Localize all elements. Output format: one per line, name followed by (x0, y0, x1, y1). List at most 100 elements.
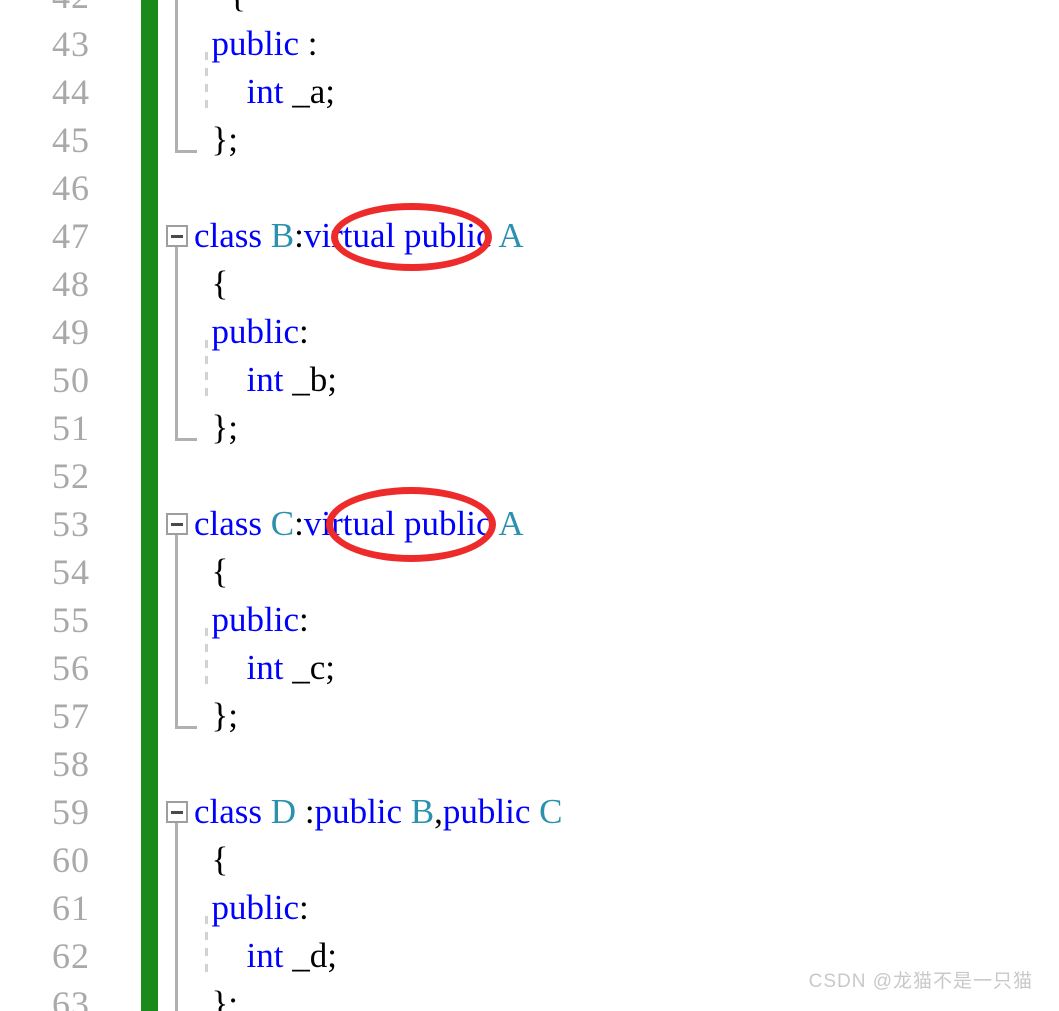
code-line[interactable]: class C:virtual public A (194, 500, 524, 548)
code-line[interactable]: class D :public B,public C (194, 788, 563, 836)
code-token-pun (194, 552, 212, 591)
code-token-pun (194, 312, 212, 351)
outline-guide-class-b (175, 236, 178, 438)
line-number: 48 (52, 264, 90, 304)
outline-guide-class-c (175, 524, 178, 726)
line-number: 49 (52, 312, 90, 352)
change-indicator-bar (141, 0, 158, 1011)
code-token-type: C (270, 504, 295, 543)
code-token-pun (194, 984, 212, 1011)
code-token-type: B (410, 792, 435, 831)
line-number: 58 (52, 744, 90, 784)
code-token-pun: : (296, 792, 315, 831)
line-number: 59 (52, 792, 90, 832)
line-number: 60 (52, 840, 90, 880)
code-token-kw: int (246, 648, 284, 687)
code-token-kw: virtual (303, 504, 396, 543)
code-token-pun: : (298, 24, 318, 63)
code-token-pun: : (294, 504, 304, 543)
code-line[interactable]: public: (194, 884, 309, 932)
code-token-pun (262, 792, 271, 831)
code-token-pun: }; (211, 120, 239, 159)
code-token-pun (194, 696, 212, 735)
code-line[interactable]: public: (194, 596, 309, 644)
code-token-pun (194, 936, 247, 975)
code-line[interactable]: public : (194, 20, 318, 68)
code-line[interactable]: }; (194, 980, 239, 1011)
code-token-pun (194, 360, 247, 399)
code-token-pun: }; (211, 984, 239, 1011)
code-token-type: A (498, 216, 524, 255)
code-line[interactable]: }; (194, 404, 239, 452)
code-token-pun: : (298, 312, 309, 351)
code-line[interactable]: public: (194, 308, 309, 356)
line-number: 57 (52, 696, 90, 736)
line-number: 56 (52, 648, 90, 688)
code-token-pun (194, 24, 212, 63)
code-token-kw: public (211, 600, 299, 639)
code-token-type: C (539, 792, 563, 831)
code-token-kw: virtual (303, 216, 396, 255)
code-token-pun (402, 792, 411, 831)
code-token-pun (194, 120, 212, 159)
line-number: 46 (52, 168, 90, 208)
code-line[interactable]: int _a; (194, 68, 335, 116)
outline-guide-class-d (175, 812, 178, 1011)
code-token-pun (530, 792, 539, 831)
line-number: 51 (52, 408, 90, 448)
code-token-pun (395, 504, 404, 543)
line-number: 43 (52, 24, 90, 64)
code-token-pun (194, 840, 212, 879)
code-line[interactable]: int _d; (194, 932, 337, 980)
code-line[interactable]: int _c; (194, 644, 335, 692)
code-line[interactable]: { (194, 548, 229, 596)
csdn-watermark: CSDN @龙猫不是一只猫 (808, 971, 1033, 992)
code-token-kw: public (442, 792, 531, 831)
code-token-pun (194, 264, 212, 303)
code-token-kw: public (211, 312, 299, 351)
line-number: 42 (0, 0, 90, 20)
code-token-pun: { (229, 0, 246, 15)
fold-collapse-icon[interactable] (166, 801, 188, 823)
code-token-pun: : (298, 888, 309, 927)
code-line[interactable]: { (194, 260, 229, 308)
code-line[interactable]: }; (194, 116, 239, 164)
code-token-kw: int (246, 360, 284, 399)
code-token-pun (395, 216, 404, 255)
code-line[interactable]: int _b; (194, 356, 337, 404)
code-token-pun (194, 888, 212, 927)
code-token-pun: { (211, 552, 229, 591)
code-token-kw: class (194, 216, 263, 255)
code-token-kw: public (404, 216, 492, 255)
code-token-pun: }; (211, 696, 239, 735)
code-line[interactable]: }; (194, 692, 239, 740)
code-token-pun (194, 408, 212, 447)
line-number: 63 (52, 984, 90, 1011)
code-token-pun: _d; (283, 936, 337, 975)
code-token-pun: , (434, 792, 443, 831)
code-token-kw: class (194, 504, 263, 543)
fold-collapse-icon[interactable] (166, 513, 188, 535)
code-token-type: B (270, 216, 295, 255)
code-token-pun (262, 216, 271, 255)
code-token-kw: public (211, 24, 299, 63)
code-token-kw: int (246, 936, 284, 975)
code-token-pun (194, 72, 247, 111)
code-token-pun: { (211, 840, 229, 879)
code-token-kw: public (314, 792, 403, 831)
code-token-pun: { (211, 264, 229, 303)
code-token-pun: : (294, 216, 304, 255)
fold-collapse-icon[interactable] (166, 225, 188, 247)
code-token-pun: _a; (283, 72, 335, 111)
code-token-pun (194, 600, 212, 639)
code-line[interactable]: class B:virtual public A (194, 212, 524, 260)
code-token-pun (194, 0, 229, 15)
code-token-type: D (270, 792, 297, 831)
line-number: 54 (52, 552, 90, 592)
code-token-kw: public (404, 504, 492, 543)
code-surface[interactable]: { public : int _a; };class B:virtual pub… (158, 0, 1059, 1011)
code-token-pun: }; (211, 408, 239, 447)
outline-guide-class-a (175, 0, 178, 150)
code-line[interactable]: { (194, 836, 229, 884)
code-line[interactable]: { (194, 0, 246, 20)
